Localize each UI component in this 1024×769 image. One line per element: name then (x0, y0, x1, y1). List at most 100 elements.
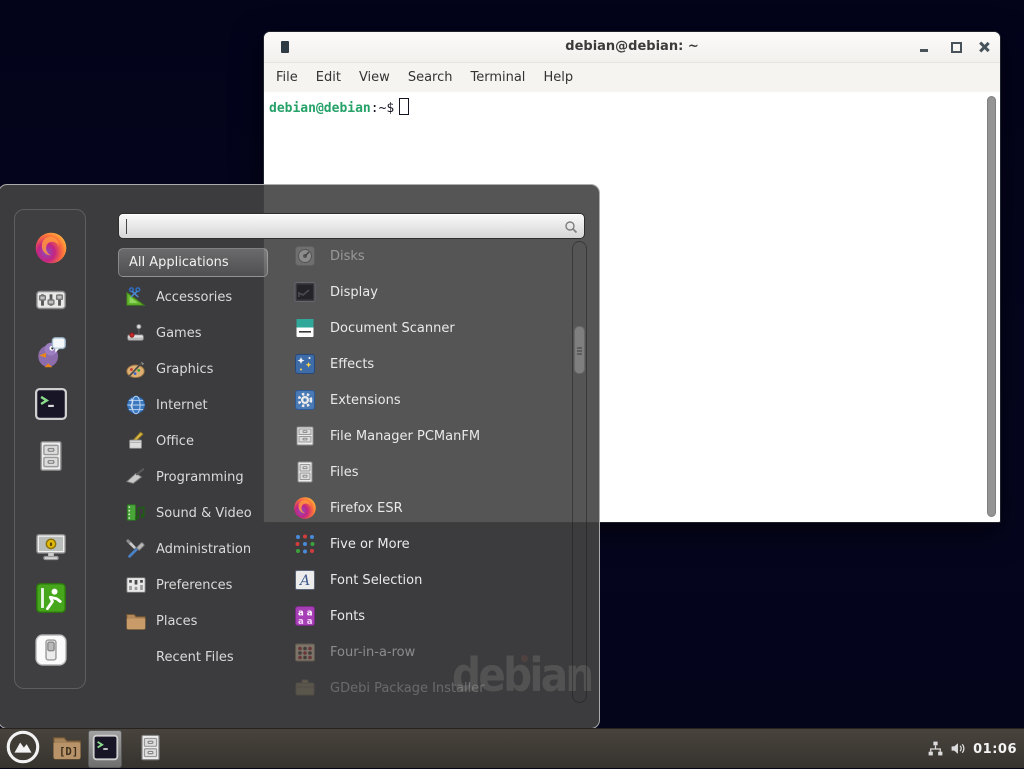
network-icon[interactable] (927, 740, 945, 758)
prompt-user: debian@debian (269, 101, 371, 116)
menu-scrollbar-track[interactable] (572, 241, 587, 703)
category-graphics[interactable]: Graphics (118, 351, 268, 387)
preferences-icon (125, 574, 147, 596)
category-internet[interactable]: Internet (118, 387, 268, 423)
favorite-shutdown[interactable] (15, 626, 87, 678)
file-manager-icon (293, 424, 317, 448)
category-places[interactable]: Places (118, 603, 268, 639)
application-list: Disks Display Document Scanner Effects Exten… (281, 238, 565, 706)
start-menu-button[interactable] (4, 731, 42, 767)
category-list: All ApplicationsAccessoriesGames Graphics… (118, 248, 268, 675)
favorite-lock-screen[interactable] (15, 522, 87, 574)
terminal-titlebar[interactable]: debian@debian: ~ (264, 32, 1000, 63)
app-label: Effects (330, 357, 374, 372)
terminal-menu-file[interactable]: File (267, 63, 307, 92)
file-cabinet-icon (293, 460, 317, 484)
category-games[interactable]: Games (118, 315, 268, 351)
category-label: Graphics (156, 362, 213, 377)
app-label: Extensions (330, 393, 401, 408)
category-accessories[interactable]: Accessories (118, 279, 268, 315)
category-label: Programming (156, 470, 244, 485)
app-label: Disks (330, 249, 365, 264)
maximize-button[interactable] (942, 32, 970, 62)
audio-mixer-icon (34, 283, 68, 321)
search-box[interactable] (118, 213, 585, 239)
terminal-cursor (399, 98, 409, 115)
favorite-log-out[interactable] (15, 574, 87, 626)
file-cabinet-icon (34, 439, 68, 477)
terminal-menu-edit[interactable]: Edit (307, 63, 350, 92)
blank-icon (125, 646, 147, 668)
category-label: Office (156, 434, 194, 449)
terminal-scrollbar[interactable] (986, 95, 997, 518)
app-four-in-a-row[interactable]: Four-in-a-row (281, 634, 565, 670)
four-in-a-row-icon (293, 640, 317, 664)
document-scanner-icon (293, 316, 317, 340)
app-label: Font Selection (330, 573, 422, 588)
favorite-audio-mixer[interactable] (15, 276, 87, 328)
terminal-icon (34, 387, 68, 425)
category-all-applications-selected[interactable]: All Applications (118, 248, 268, 277)
app-document-scanner[interactable]: Document Scanner (281, 310, 565, 346)
favorite-firefox[interactable] (15, 224, 87, 276)
extensions-icon (293, 388, 317, 412)
menu-scrollbar-thumb[interactable] (574, 326, 585, 374)
favorite-terminal[interactable] (15, 380, 87, 432)
terminal-menu-view[interactable]: View (350, 63, 399, 92)
terminal-window-title: debian@debian: ~ (264, 32, 1000, 62)
search-caret (126, 219, 127, 234)
clock[interactable]: 01:06 (973, 742, 1017, 757)
favorite-pidgin[interactable] (15, 328, 87, 380)
terminal-icon (92, 734, 119, 765)
app-firefox-esr[interactable]: Firefox ESR (281, 490, 565, 526)
close-button[interactable] (970, 32, 998, 62)
app-effects[interactable]: Effects (281, 346, 565, 382)
close-icon (979, 42, 989, 52)
favorite-file-cabinet[interactable] (15, 432, 87, 484)
favorites-panel (14, 209, 86, 689)
app-five-or-more[interactable]: Five or More (281, 526, 565, 562)
search-input[interactable] (125, 216, 545, 236)
five-or-more-icon (293, 532, 317, 556)
category-office[interactable]: Office (118, 423, 268, 459)
app-gdebi-package-installer[interactable]: GDebi Package Installer (281, 670, 565, 706)
app-file-manager-pcmanfm[interactable]: File Manager PCManFM (281, 418, 565, 454)
minimize-button[interactable] (910, 32, 938, 62)
terminal-menu-search[interactable]: Search (399, 63, 462, 92)
terminal-scrollbar-thumb[interactable] (987, 96, 996, 517)
system-tray: 01:06 (927, 729, 1024, 769)
app-display[interactable]: Display (281, 274, 565, 310)
app-label: Files (330, 465, 359, 480)
category-sound-video[interactable]: Sound & Video (118, 495, 268, 531)
search-icon (563, 219, 579, 235)
effects-icon (293, 352, 317, 376)
category-preferences[interactable]: Preferences (118, 567, 268, 603)
app-label: GDebi Package Installer (330, 681, 485, 696)
category-administration[interactable]: Administration (118, 531, 268, 567)
app-label: File Manager PCManFM (330, 429, 480, 444)
category-programming[interactable]: Programming (118, 459, 268, 495)
app-files[interactable]: Files (281, 454, 565, 490)
graphics-icon (125, 358, 147, 380)
app-font-selection[interactable]: AFont Selection (281, 562, 565, 598)
app-extensions[interactable]: Extensions (281, 382, 565, 418)
terminal-menubar: FileEditViewSearchTerminalHelp (264, 63, 1000, 92)
category-recent-files[interactable]: Recent Files (118, 639, 268, 675)
terminal-menu-help[interactable]: Help (534, 63, 582, 92)
volume-icon[interactable] (950, 740, 968, 758)
svg-text:a a: a a (298, 617, 313, 627)
app-label: Document Scanner (330, 321, 455, 336)
scrollbar-grip (577, 353, 582, 355)
internet-icon (125, 394, 147, 416)
fonts-icon: a aa a (293, 604, 317, 628)
scrollbar-grip (577, 350, 582, 352)
terminal-task-button-active[interactable] (88, 730, 122, 768)
file-manager-launcher[interactable]: [D] (48, 732, 86, 766)
files-launcher[interactable] (132, 732, 168, 766)
app-fonts[interactable]: a aa a Fonts (281, 598, 565, 634)
app-label: Fonts (330, 609, 365, 624)
terminal-menu-terminal[interactable]: Terminal (461, 63, 534, 92)
games-icon (125, 322, 147, 344)
app-disks[interactable]: Disks (281, 238, 565, 274)
firefox-icon (34, 231, 68, 269)
